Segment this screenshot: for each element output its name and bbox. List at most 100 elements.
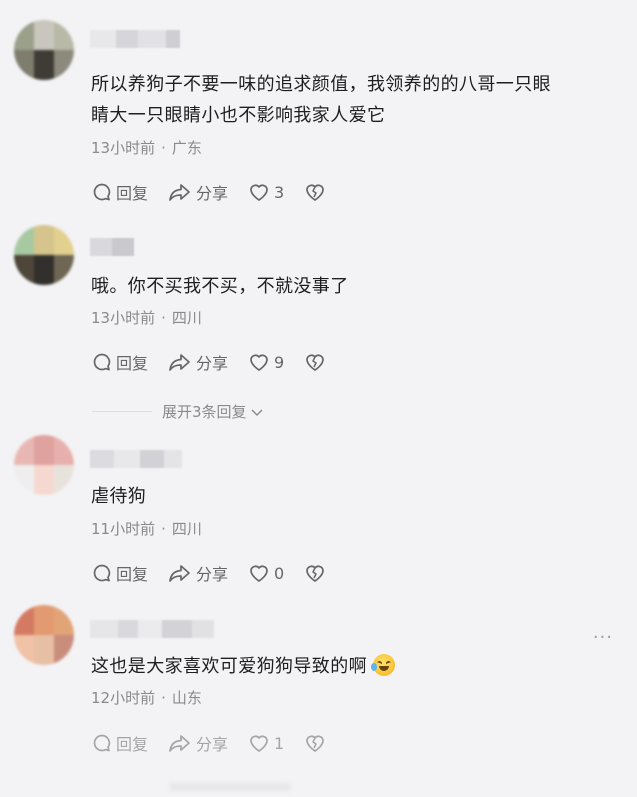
- like-button[interactable]: 3: [248, 182, 284, 202]
- reply-label: 回复: [116, 565, 149, 584]
- dislike-button[interactable]: [304, 563, 326, 583]
- username-blur-block: [116, 30, 138, 48]
- avatar[interactable]: [14, 435, 74, 495]
- comment-actions: 回复 分享 9: [92, 350, 346, 374]
- like-button[interactable]: 1: [248, 733, 284, 753]
- reply-icon: [93, 564, 111, 582]
- heart-icon: [250, 184, 268, 201]
- comment-actions: 回复 分享 0: [92, 561, 346, 585]
- comment-time: 12小时前: [91, 689, 156, 707]
- broken-heart-icon: [306, 735, 325, 752]
- more-options-button[interactable]: ···: [593, 627, 613, 648]
- share-icon: [169, 565, 190, 582]
- avatar-pixel: [54, 635, 74, 665]
- like-button[interactable]: 9: [248, 352, 284, 372]
- reply-label: 回复: [116, 735, 149, 754]
- share-icon: [169, 184, 190, 201]
- expand-replies-label: 展开3条回复: [162, 403, 247, 421]
- comment-actions: 回复 分享 1: [92, 731, 346, 755]
- share-button[interactable]: 分享: [168, 350, 228, 374]
- broken-heart-icon: [306, 354, 325, 371]
- avatar-pixel: [54, 465, 74, 495]
- comment-text-line: 哦。你不买我不买，不就没事了: [91, 276, 349, 297]
- share-button[interactable]: 分享: [168, 731, 228, 755]
- reply-icon: [93, 183, 111, 201]
- reply-button[interactable]: 回复: [92, 731, 148, 755]
- expand-replies-button[interactable]: 展开3条回复: [92, 401, 265, 422]
- dislike-button[interactable]: [304, 352, 326, 372]
- dislike-button[interactable]: [304, 733, 326, 753]
- reply-button[interactable]: 回复: [92, 561, 148, 585]
- reply-button[interactable]: 回复: [92, 350, 148, 374]
- divider: [92, 411, 152, 412]
- comment-text-line: 这也是大家喜欢可爱狗狗导致的啊: [91, 656, 367, 677]
- avatar-pixel: [34, 465, 54, 495]
- separator-dot: ·: [161, 519, 166, 538]
- like-count: 9: [274, 352, 285, 372]
- avatar-pixel: [54, 225, 74, 255]
- share-button[interactable]: 分享: [168, 561, 228, 585]
- heart-icon: [250, 735, 268, 752]
- username-blur-block: [140, 450, 164, 468]
- comment-time: 13小时前: [91, 139, 156, 157]
- username[interactable]: [90, 30, 180, 48]
- username[interactable]: [90, 450, 182, 468]
- avatar-pixel: [14, 20, 34, 50]
- laughing-tears-emoji-icon: [371, 654, 395, 676]
- avatar[interactable]: [14, 605, 74, 665]
- avatar-pixel: [34, 20, 54, 50]
- username-blur-block: [164, 450, 182, 468]
- username-blur-block: [90, 30, 116, 48]
- username-blur-block: [90, 238, 112, 256]
- reply-button[interactable]: 回复: [92, 180, 148, 204]
- username-blur-block: [112, 238, 134, 256]
- broken-heart-icon: [306, 565, 325, 582]
- avatar-pixel: [54, 50, 74, 80]
- heart-icon: [250, 565, 268, 582]
- comment-meta: 12小时前 · 山东: [91, 687, 202, 708]
- avatar-pixel: [14, 465, 34, 495]
- dislike-button[interactable]: [304, 182, 326, 202]
- username[interactable]: [90, 238, 134, 256]
- avatar-pixel: [54, 605, 74, 635]
- comment-text-line: 虐待狗: [91, 486, 147, 507]
- avatar-pixel: [14, 255, 34, 285]
- share-icon: [169, 354, 190, 371]
- next-comment-preview: [170, 783, 290, 791]
- username-blur-block: [90, 450, 114, 468]
- avatar[interactable]: [14, 225, 74, 285]
- comment-text-line: 睛大一只眼睛小也不影响我家人爱它: [91, 105, 386, 126]
- avatar-pixel: [34, 435, 54, 465]
- username-blur-block: [138, 30, 166, 48]
- reply-icon: [93, 734, 111, 752]
- avatar-pixel: [34, 635, 54, 665]
- comment-location: 广东: [171, 139, 202, 157]
- share-button[interactable]: 分享: [168, 180, 228, 204]
- comment-text: 哦。你不买我不买，不就没事了: [91, 271, 349, 302]
- avatar-pixel: [54, 435, 74, 465]
- comment-text: 所以养狗子不要一味的追求颜值，我领养的的八哥一只眼 睛大一只眼睛小也不影响我家人…: [91, 69, 551, 131]
- reply-label: 回复: [116, 354, 149, 373]
- comment-time: 11小时前: [91, 520, 156, 538]
- avatar-pixel: [34, 225, 54, 255]
- username-blur-block: [90, 620, 118, 638]
- avatar[interactable]: [14, 20, 74, 80]
- username[interactable]: [90, 620, 214, 638]
- avatar-pixel: [14, 435, 34, 465]
- separator-dot: ·: [161, 688, 166, 707]
- like-button[interactable]: 0: [248, 563, 284, 583]
- separator-dot: ·: [161, 308, 166, 327]
- reply-label: 回复: [116, 184, 149, 203]
- comment-location: 山东: [171, 689, 202, 707]
- comment-text: 这也是大家喜欢可爱狗狗导致的啊: [91, 651, 395, 682]
- username-blur-block: [166, 30, 180, 48]
- comment-meta: 11小时前 · 四川: [91, 518, 202, 539]
- avatar-pixel: [14, 635, 34, 665]
- chevron-down-icon: [251, 408, 263, 416]
- share-label: 分享: [196, 565, 229, 584]
- username-blur-block: [162, 620, 192, 638]
- like-count: 1: [274, 733, 285, 753]
- share-label: 分享: [196, 735, 229, 754]
- broken-heart-icon: [306, 184, 325, 201]
- username-blur-block: [192, 620, 214, 638]
